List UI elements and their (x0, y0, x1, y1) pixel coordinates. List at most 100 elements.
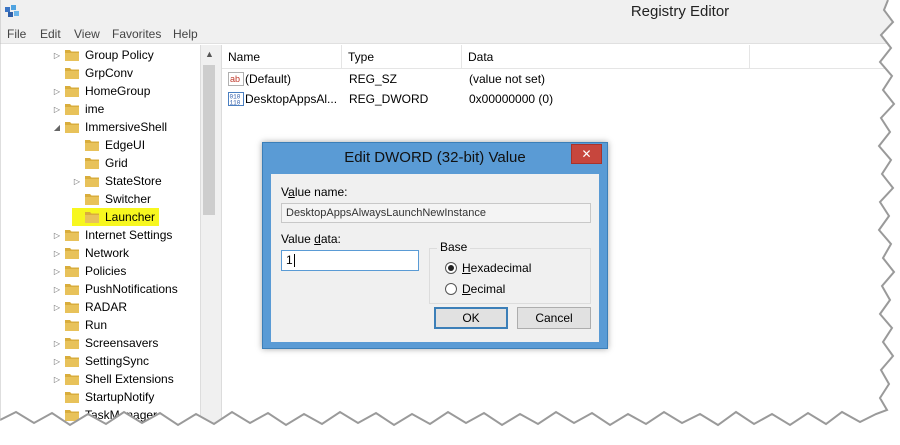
ok-button[interactable]: OK (434, 307, 508, 329)
folder-icon (65, 392, 79, 403)
column-header-data[interactable]: Data (462, 45, 750, 69)
expand-arrow-icon[interactable]: ▷ (52, 226, 62, 244)
text-caret (293, 254, 295, 268)
scroll-up-arrow-icon[interactable]: ▲ (201, 45, 218, 62)
tree-item[interactable]: ▷ ime (52, 100, 106, 118)
tree-item-label: Screensavers (85, 336, 159, 350)
list-row[interactable]: ab (Default) REG_SZ (value not set) (222, 69, 900, 89)
expand-arrow-icon[interactable]: ▷ (52, 82, 62, 100)
folder-icon (65, 320, 79, 331)
menu-file[interactable]: File (7, 27, 26, 41)
value-type: REG_SZ (349, 72, 398, 86)
tree-item[interactable]: ▷ HomeGroup (52, 82, 152, 100)
value-data-input[interactable]: 1 (281, 250, 419, 271)
expand-arrow-icon[interactable]: ▷ (52, 280, 62, 298)
folder-icon (65, 122, 79, 133)
tree-item-label: Policies (85, 264, 127, 278)
tree-item-label: Run (85, 318, 108, 332)
folder-icon (65, 284, 79, 295)
tree-item-label: SettingSync (85, 354, 150, 368)
tree-item[interactable]: EdgeUI (72, 136, 147, 154)
tree-item-label: Shell Extensions (85, 372, 174, 386)
column-header-name[interactable]: Name (222, 45, 342, 69)
base-label: Base (437, 240, 471, 254)
registry-editor-window: Registry Editor File Edit View Favorites… (0, 0, 900, 445)
collapse-arrow-icon[interactable]: ◢ (52, 118, 62, 136)
value-name-field: DesktopAppsAlwaysLaunchNewInstance (281, 203, 591, 223)
tree-item[interactable]: ▷ Screensavers (52, 334, 160, 352)
scroll-thumb[interactable] (203, 65, 215, 215)
tree-item[interactable]: ▷ RADAR (52, 298, 129, 316)
list-row[interactable]: 010 110 DesktopAppsAl... REG_DWORD 0x000… (222, 89, 900, 109)
value-name: (Default) (245, 72, 292, 86)
expand-arrow-icon[interactable]: ▷ (52, 244, 62, 262)
hexadecimal-radio[interactable] (445, 262, 457, 274)
folder-icon (65, 104, 79, 115)
expand-arrow-icon[interactable]: ▷ (52, 370, 62, 388)
tree-item[interactable]: ▷ PushNotifications (52, 280, 180, 298)
expand-arrow-icon[interactable]: ▷ (52, 262, 62, 280)
folder-icon (85, 194, 99, 205)
tree-item[interactable]: GrpConv (52, 64, 135, 82)
tree-item[interactable]: TaskManager (52, 406, 159, 424)
folder-icon (65, 86, 79, 97)
window-title: Registry Editor (630, 3, 730, 20)
tree-item[interactable]: Switcher (72, 190, 153, 208)
tree-item-label: Switcher (105, 192, 152, 206)
value-data: 0x00000000 (0) (469, 92, 554, 106)
tree-item[interactable]: ▷ Shell Extensions (52, 370, 176, 388)
tree-item[interactable]: ▷ StateStore (72, 172, 164, 190)
edit-dword-dialog: Edit DWORD (32-bit) Value ✕ Value name: … (262, 142, 608, 349)
tree-item[interactable]: ▷ Internet Settings (52, 226, 174, 244)
tree-item[interactable]: ▷ SettingSync (52, 352, 151, 370)
menu-favorites[interactable]: Favorites (112, 27, 161, 41)
registry-key-tree[interactable]: ▷ Group Policy GrpConv ▷ HomeGroup ▷ ime ◢ Immer… (0, 45, 200, 445)
expand-arrow-icon[interactable]: ▷ (72, 172, 82, 190)
tree-item-label: EdgeUI (105, 138, 146, 152)
tree-vertical-scrollbar[interactable]: ▲ (200, 45, 217, 445)
folder-icon (85, 176, 99, 187)
base-groupbox (429, 248, 591, 304)
column-header-type[interactable]: Type (342, 45, 462, 69)
menu-help[interactable]: Help (173, 27, 198, 41)
dialog-close-button[interactable]: ✕ (571, 144, 602, 164)
menu-edit[interactable]: Edit (40, 27, 61, 41)
folder-icon (65, 338, 79, 349)
cancel-button[interactable]: Cancel (517, 307, 591, 329)
expand-arrow-icon[interactable]: ▷ (52, 46, 62, 64)
value-name-label: Value name: (281, 185, 348, 199)
dialog-title: Edit DWORD (32-bit) Value (344, 149, 526, 166)
folder-icon (85, 212, 99, 223)
value-data-label: Value data: (281, 232, 341, 246)
tree-item[interactable]: ▷ Group Policy (52, 46, 156, 64)
tree-item[interactable]: ◢ ImmersiveShell (52, 118, 169, 136)
tree-item[interactable]: Launcher (72, 208, 160, 226)
tree-item-label: Internet Settings (85, 228, 173, 242)
tree-item[interactable]: ▷ Network (52, 244, 131, 262)
value-type: REG_DWORD (349, 92, 429, 106)
folder-icon (65, 68, 79, 79)
dialog-body: Value name: DesktopAppsAlwaysLaunchNewIn… (271, 174, 599, 342)
string-value-icon: ab (228, 72, 244, 86)
svg-text:ab: ab (230, 74, 240, 84)
expand-arrow-icon[interactable]: ▷ (52, 298, 62, 316)
tree-item[interactable]: Run (52, 316, 109, 334)
tree-item-label: PushNotifications (85, 282, 178, 296)
tree-item[interactable]: Grid (72, 154, 130, 172)
expand-arrow-icon[interactable]: ▷ (52, 334, 62, 352)
decimal-radio[interactable] (445, 283, 457, 295)
folder-icon (65, 248, 79, 259)
tree-item[interactable]: StartupNotify (52, 388, 156, 406)
menu-view[interactable]: View (74, 27, 100, 41)
expand-arrow-icon[interactable]: ▷ (52, 352, 62, 370)
tree-item-label: Network (85, 246, 130, 260)
tree-item[interactable]: ▷ Policies (52, 262, 128, 280)
binary-value-icon: 010 110 (228, 92, 244, 107)
expand-arrow-icon[interactable]: ▷ (52, 100, 62, 118)
hexadecimal-label[interactable]: Hexadecimal (462, 261, 531, 275)
decimal-label[interactable]: Decimal (462, 282, 505, 296)
